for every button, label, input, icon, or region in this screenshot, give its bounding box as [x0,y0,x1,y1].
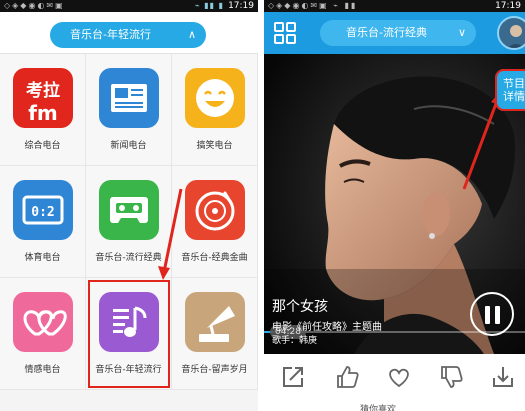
channel-selector[interactable]: 音乐台-流行经典 ∨ [320,20,476,46]
avatar[interactable] [497,16,525,50]
notification-icons: ◇◈◆◉◐✉▣ ⌁ ▮▮ [268,1,358,10]
song-title: 那个女孩 [272,299,328,315]
channel-title: 音乐台-年轻流行 [70,28,151,41]
program-detail-button[interactable]: 节目 详情 [495,69,525,111]
download-icon[interactable] [490,364,516,390]
pause-icon-bar [495,306,500,324]
right-phone-screen: ◇◈◆◉◐✉▣ ⌁ ▮▮ 17:19 音乐台-流行经典 ∨ 04:28 那个女孩… [264,0,525,411]
chevron-up-icon: ∧ [187,28,196,41]
channel-grid: 考拉 fm 综合电台 新闻电台 搞笑电台 0:2 体育电台 音乐台-流行经典 音… [0,54,258,411]
screenshot-composite: ◇◈◆◉◐✉▣ ⌁ ▮▮ ▮ 17:19 音乐台-年轻流行 ∧ 考拉 fm 综合… [0,0,525,411]
thumbs-down-icon[interactable] [438,364,464,390]
singer-name: 歌手：韩庚 [272,336,318,346]
player-header: 音乐台-流行经典 ∨ [264,12,525,54]
notification-icons: ◇◈◆◉◐✉▣ [4,1,65,10]
chevron-down-icon: ∨ [457,26,466,39]
heart-icon[interactable] [386,364,412,390]
song-subtitle: 电影《前任攻略》主题曲 [272,322,382,333]
status-time: 17:19 [228,1,254,11]
grid-menu-icon[interactable] [274,22,296,44]
status-time: 17:19 [495,1,521,11]
pause-icon [485,306,490,324]
detail-label-line1: 节目 [503,77,525,90]
pause-button[interactable] [470,292,514,336]
detail-label-line2: 详情 [503,90,525,103]
network-icons: ⌁ ▮▮ ▮ [194,1,224,10]
bottom-action-bar: 猜你喜欢 [264,354,525,411]
top-bar: 音乐台-年轻流行 ∧ [0,12,258,54]
status-bar: ◇◈◆◉◐✉▣ ⌁ ▮▮ 17:19 [264,0,525,12]
annotation-arrow [158,188,183,280]
left-phone-screen: ◇◈◆◉◐✉▣ ⌁ ▮▮ ▮ 17:19 音乐台-年轻流行 ∧ 考拉 fm 综合… [0,0,258,411]
share-icon[interactable] [280,364,306,390]
thumbs-up-icon[interactable] [334,364,360,390]
status-bar: ◇◈◆◉◐✉▣ ⌁ ▮▮ ▮ 17:19 [0,0,258,12]
channel-title: 音乐台-流行经典 [346,26,427,39]
recommendation-label[interactable]: 猜你喜欢 [360,402,396,411]
channel-selector[interactable]: 音乐台-年轻流行 ∧ [50,22,206,48]
